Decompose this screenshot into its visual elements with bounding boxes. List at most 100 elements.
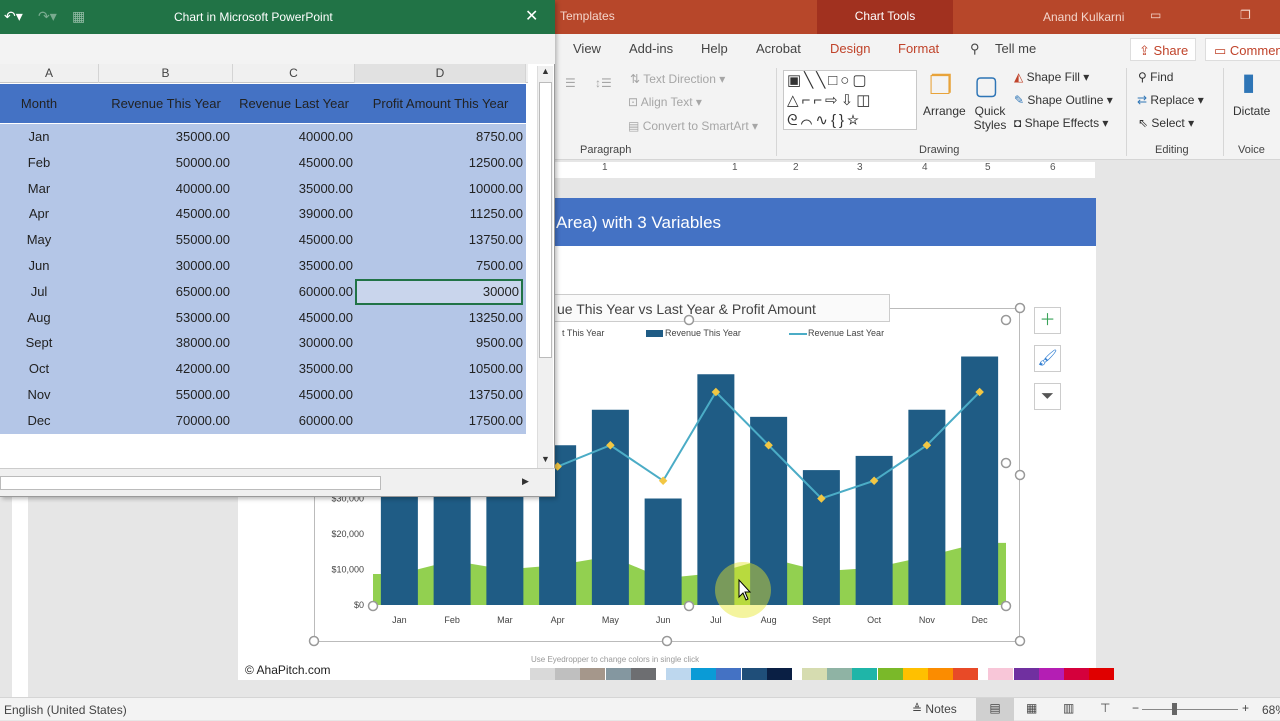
horizontal-scrollbar[interactable]: ▶ (0, 468, 555, 496)
table-cell[interactable]: 39000.00 (233, 201, 353, 227)
table-cell[interactable]: 8750.00 (355, 124, 523, 150)
palette-swatch[interactable] (877, 668, 903, 680)
table-cell[interactable]: 40000.00 (99, 176, 230, 202)
table-cell[interactable]: 35000.00 (233, 176, 353, 202)
table-cell[interactable]: 9500.00 (355, 330, 523, 356)
scroll-right-icon[interactable]: ▶ (522, 476, 529, 487)
table-cell[interactable]: 38000.00 (99, 330, 230, 356)
palette-swatch[interactable] (928, 668, 953, 680)
palette-swatch[interactable] (766, 668, 792, 680)
table-cell[interactable]: 55000.00 (99, 227, 230, 253)
palette-swatch[interactable] (555, 668, 581, 680)
column-c[interactable]: C (233, 64, 355, 83)
language-status[interactable]: English (United States) (4, 703, 127, 717)
table-cell[interactable]: 45000.00 (233, 305, 353, 331)
excel-data-window[interactable]: ↶▾ ↷▾ ▦ Chart in Microsoft PowerPoint ✕ … (0, 0, 555, 497)
table-cell[interactable]: 60000.00 (233, 408, 353, 434)
edit-in-excel-icon[interactable]: ▦ (72, 8, 85, 25)
table-cell[interactable]: 30000 (355, 278, 523, 305)
normal-view-icon[interactable]: ▤ (976, 698, 1014, 721)
zoom-slider[interactable] (1142, 709, 1238, 710)
table-cell[interactable]: 60000.00 (233, 279, 353, 305)
palette-swatch[interactable] (1064, 668, 1089, 680)
palette-swatch[interactable] (691, 668, 717, 680)
slide-sorter-icon[interactable]: ▦ (1026, 701, 1037, 715)
notes-button[interactable]: ≜ Notes (912, 702, 957, 716)
zoom-in-icon[interactable]: + (1242, 701, 1249, 715)
table-cell[interactable]: Jun (0, 253, 78, 279)
table-cell[interactable]: Aug (0, 305, 78, 331)
chart-elements-button[interactable]: ＋ (1034, 307, 1061, 334)
zoom-out-icon[interactable]: − (1132, 701, 1139, 715)
header-revenue-this-year[interactable]: Revenue This Year (99, 84, 233, 123)
table-cell[interactable]: 35000.00 (233, 253, 353, 279)
table-cell[interactable]: Oct (0, 356, 78, 382)
table-cell[interactable]: May (0, 227, 78, 253)
table-cell[interactable]: 65000.00 (99, 279, 230, 305)
table-cell[interactable]: 11250.00 (355, 201, 523, 227)
palette-swatch[interactable] (827, 668, 853, 680)
palette-swatch[interactable] (902, 668, 928, 680)
h-scroll-thumb[interactable] (0, 476, 381, 490)
palette-swatch[interactable] (630, 668, 656, 680)
table-cell[interactable]: 35000.00 (99, 124, 230, 150)
table-cell[interactable]: Feb (0, 150, 78, 176)
table-cell[interactable]: 50000.00 (99, 150, 230, 176)
chart-filters-button[interactable]: ⏷ (1034, 383, 1061, 410)
table-cell[interactable]: Sept (0, 330, 78, 356)
scroll-down-icon[interactable]: ▼ (541, 454, 550, 464)
table-cell[interactable]: 53000.00 (99, 305, 230, 331)
palette-swatch[interactable] (530, 668, 555, 680)
table-cell[interactable]: 13750.00 (355, 227, 523, 253)
table-cell[interactable]: 42000.00 (99, 356, 230, 382)
table-cell[interactable]: 30000.00 (233, 330, 353, 356)
palette-swatch[interactable] (802, 668, 827, 680)
chart-styles-button[interactable]: 🖌 (1034, 345, 1061, 372)
table-cell[interactable]: 13250.00 (355, 305, 523, 331)
table-cell[interactable]: 10000.00 (355, 176, 523, 202)
column-d[interactable]: D (355, 64, 526, 83)
column-b[interactable]: B (99, 64, 233, 83)
header-month[interactable]: Month (0, 84, 78, 123)
scroll-thumb[interactable] (539, 82, 552, 358)
table-cell[interactable]: 45000.00 (233, 382, 353, 408)
palette-swatch[interactable] (716, 668, 742, 680)
table-cell[interactable]: 10500.00 (355, 356, 523, 382)
palette-swatch[interactable] (1013, 668, 1039, 680)
table-cell[interactable]: 45000.00 (99, 201, 230, 227)
zoom-level[interactable]: 68% (1262, 703, 1280, 717)
redo-icon[interactable]: ↷▾ (38, 8, 57, 25)
table-cell[interactable]: 55000.00 (99, 382, 230, 408)
zoom-slider-thumb[interactable] (1172, 703, 1177, 715)
reading-view-icon[interactable]: ▥ (1063, 701, 1074, 715)
palette-swatch[interactable] (741, 668, 767, 680)
scroll-up-icon[interactable]: ▲ (541, 66, 550, 76)
table-cell[interactable]: Jan (0, 124, 78, 150)
palette-swatch[interactable] (1038, 668, 1064, 680)
table-cell[interactable]: Mar (0, 176, 78, 202)
table-cell[interactable]: 30000.00 (99, 253, 230, 279)
palette-swatch[interactable] (953, 668, 979, 680)
vertical-scrollbar[interactable]: ▲ ▼ (537, 66, 553, 468)
table-cell[interactable]: Jul (0, 279, 78, 305)
table-cell[interactable]: 17500.00 (355, 408, 523, 434)
table-cell[interactable]: 13750.00 (355, 382, 523, 408)
palette-swatch[interactable] (605, 668, 631, 680)
table-cell[interactable]: 40000.00 (233, 124, 353, 150)
close-icon[interactable]: ✕ (525, 6, 538, 26)
column-a[interactable]: A (0, 64, 99, 83)
table-cell[interactable]: Dec (0, 408, 78, 434)
slideshow-icon[interactable]: ⊤ (1100, 701, 1110, 715)
palette-swatch[interactable] (580, 668, 606, 680)
table-cell[interactable]: 45000.00 (233, 227, 353, 253)
table-cell[interactable]: 70000.00 (99, 408, 230, 434)
palette-swatch[interactable] (666, 668, 691, 680)
table-cell[interactable]: 12500.00 (355, 150, 523, 176)
table-cell[interactable]: 45000.00 (233, 150, 353, 176)
palette-swatch[interactable] (852, 668, 878, 680)
formula-bar[interactable] (0, 34, 555, 64)
table-cell[interactable]: Apr (0, 201, 78, 227)
table-cell[interactable]: Nov (0, 382, 78, 408)
palette-swatch[interactable] (988, 668, 1014, 680)
table-cell[interactable]: 7500.00 (355, 253, 523, 279)
